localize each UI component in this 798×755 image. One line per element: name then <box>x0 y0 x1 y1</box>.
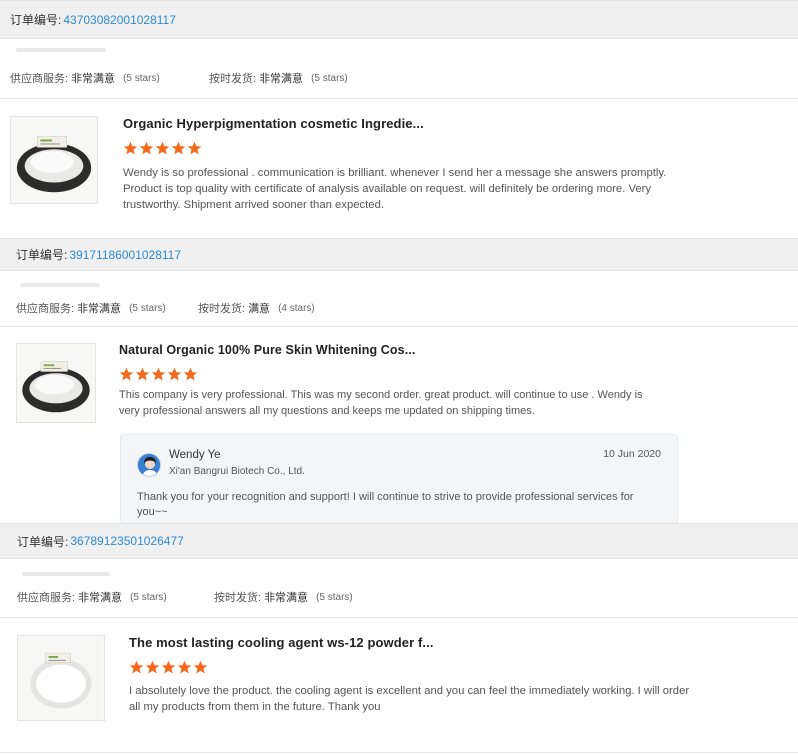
supplier-service-stars: (5 stars) <box>123 72 160 84</box>
reply-date: 10 Jun 2020 <box>603 448 661 460</box>
review-text: I absolutely love the product. the cooli… <box>129 685 690 713</box>
on-time-stars: (5 stars) <box>316 591 353 603</box>
supplier-service-label: 供应商服务: <box>17 592 76 604</box>
on-time-label: 按时发货: <box>214 592 262 604</box>
on-time-label: 按时发货: <box>209 73 257 85</box>
star-icon <box>123 141 138 155</box>
star-icon <box>151 367 166 381</box>
star-icon <box>155 141 170 155</box>
product-thumbnail[interactable] <box>17 635 105 721</box>
on-time-value: 满意 <box>248 303 271 315</box>
on-time-group: 按时发货: 非常满意 (5 stars) <box>214 589 353 605</box>
order-header: 订单编号: 39171186001028117 <box>0 238 798 271</box>
star-icon <box>171 141 186 155</box>
seller-ratings: 供应商服务: 非常满意 (5 stars) 按时发货: 满意 (4 stars) <box>0 300 798 316</box>
order-header: 订单编号: 36789123501026477 <box>0 523 798 559</box>
order-number-label: 订单编号: <box>16 248 68 262</box>
star-icon <box>187 141 202 155</box>
star-icon <box>145 660 160 674</box>
on-time-value: 非常满意 <box>264 592 309 604</box>
on-time-stars: (5 stars) <box>311 72 348 84</box>
supplier-service-label: 供应商服务: <box>16 303 75 315</box>
divider <box>0 752 798 753</box>
on-time-stars: (4 stars) <box>278 302 315 314</box>
rating-stars <box>119 367 198 382</box>
divider <box>0 98 798 99</box>
product-title-link[interactable]: Organic Hyperpigmentation cosmetic Ingre… <box>123 116 424 131</box>
supplier-service-stars: (5 stars) <box>130 591 167 603</box>
divider <box>0 326 798 327</box>
product-thumbnail[interactable] <box>16 343 96 423</box>
supplier-service-value: 非常满意 <box>71 73 116 85</box>
on-time-group: 按时发货: 非常满意 (5 stars) <box>209 70 348 86</box>
rating-stars <box>123 141 202 156</box>
star-icon <box>183 367 198 381</box>
review-text: This company is very professional. This … <box>119 389 643 417</box>
person-icon <box>138 454 160 476</box>
order-number-label: 订单编号: <box>10 13 62 27</box>
powder-bowl-image <box>17 344 95 422</box>
order-number-link[interactable]: 36789123501026477 <box>70 534 183 548</box>
order-number-link[interactable]: 43703082001028117 <box>63 13 176 27</box>
divider <box>0 617 798 618</box>
redacted-buyer-name <box>22 572 110 576</box>
order-header: 订单编号: 43703082001028117 <box>0 0 798 39</box>
on-time-value: 非常满意 <box>259 73 304 85</box>
on-time-label: 按时发货: <box>198 303 246 315</box>
order-number-link[interactable]: 39171186001028117 <box>69 248 181 262</box>
product-thumbnail[interactable] <box>10 116 98 204</box>
star-icon <box>167 367 182 381</box>
redacted-buyer-name <box>20 283 100 287</box>
powder-bowl-image <box>19 636 103 720</box>
supplier-service-value: 非常满意 <box>78 592 123 604</box>
product-title-link[interactable]: The most lasting cooling agent ws-12 pow… <box>129 635 434 650</box>
supplier-service-stars: (5 stars) <box>129 302 166 314</box>
supplier-service-value: 非常满意 <box>77 303 122 315</box>
seller-ratings: 供应商服务: 非常满意 (5 stars) 按时发货: 非常满意 (5 star… <box>0 70 798 86</box>
star-icon <box>135 367 150 381</box>
seller-ratings: 供应商服务: 非常满意 (5 stars) 按时发货: 非常满意 (5 star… <box>0 589 798 605</box>
product-title-link[interactable]: Natural Organic 100% Pure Skin Whitening… <box>119 343 415 357</box>
reply-text: Thank you for your recognition and suppo… <box>137 491 634 518</box>
star-icon <box>177 660 192 674</box>
star-icon <box>139 141 154 155</box>
avatar <box>137 453 161 477</box>
reply-author-name: Wendy Ye <box>169 449 221 461</box>
supplier-service-label: 供应商服务: <box>10 73 69 85</box>
star-icon <box>193 660 208 674</box>
seller-reply: Wendy Ye Xi'an Bangrui Biotech Co., Ltd.… <box>120 434 678 524</box>
order-number-label: 订单编号: <box>17 534 69 549</box>
star-icon <box>129 660 144 674</box>
star-icon <box>119 367 134 381</box>
redacted-buyer-name <box>16 48 106 52</box>
on-time-group: 按时发货: 满意 (4 stars) <box>198 300 315 316</box>
reply-company: Xi'an Bangrui Biotech Co., Ltd. <box>169 466 305 477</box>
review-text: Wendy is so professional . communication… <box>123 167 667 211</box>
rating-stars <box>129 660 208 675</box>
star-icon <box>161 660 176 674</box>
powder-bowl-image <box>11 117 97 203</box>
